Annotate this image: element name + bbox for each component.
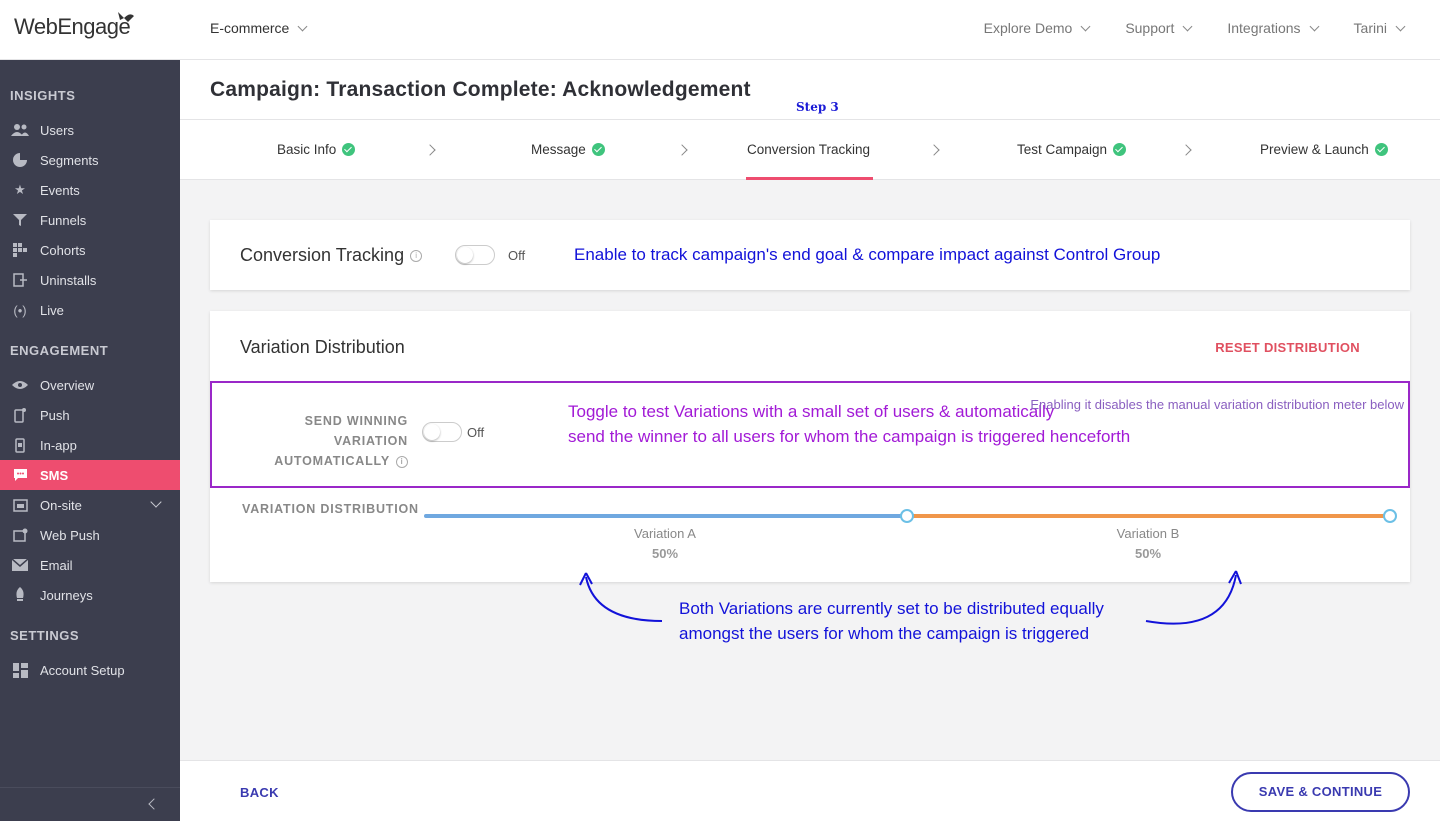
variation-a-percent: 50%: [651, 546, 679, 561]
send-winning-toggle[interactable]: [422, 422, 462, 442]
sidebar-item-sms[interactable]: SMS: [0, 460, 180, 490]
variation-b-percent: 50%: [1134, 546, 1162, 561]
conversion-tracking-card: Conversion Tracking i Off Enable to track…: [210, 220, 1410, 290]
step-conversion-tracking[interactable]: Conversion Tracking: [747, 142, 870, 157]
nav-support[interactable]: Support: [1125, 20, 1193, 36]
browser-window-icon: [10, 497, 30, 513]
top-bar: WebEngage E-commerce Explore Demo Suppor…: [0, 0, 1440, 60]
sidebar-item-journeys[interactable]: Journeys: [0, 580, 180, 610]
sidebar-item-live[interactable]: (•) Live: [0, 295, 180, 325]
page-title: Campaign: Transaction Complete: Acknowle…: [210, 78, 751, 101]
footer-bar: BACK SAVE & CONTINUE: [180, 760, 1440, 821]
variation-distribution-card: Variation Distribution RESET DISTRIBUTIO…: [210, 311, 1410, 582]
distribution-slider-handle[interactable]: [900, 509, 914, 523]
check-circle-icon: [1113, 143, 1127, 156]
chevron-right-icon: [928, 144, 940, 156]
uninstall-icon: [10, 272, 30, 288]
sidebar-item-account-setup[interactable]: Account Setup: [0, 655, 180, 685]
mobile-icon: [10, 437, 30, 453]
project-name: E-commerce: [210, 20, 290, 36]
funnel-icon: [10, 212, 30, 228]
toggle-state-label: Off: [508, 248, 526, 263]
sidebar-item-events[interactable]: ★ Events: [0, 175, 180, 205]
rocket-icon: [10, 587, 30, 603]
step-message[interactable]: Message: [531, 142, 605, 157]
pie-chart-icon: [10, 152, 30, 168]
chevron-down-icon[interactable]: [150, 496, 162, 508]
chevron-down-icon: [1309, 21, 1319, 31]
sidebar-item-funnels[interactable]: Funnels: [0, 205, 180, 235]
save-continue-button[interactable]: SAVE & CONTINUE: [1231, 772, 1410, 812]
conversion-annotation: Enable to track campaign's end goal & co…: [574, 245, 1161, 264]
info-icon[interactable]: i: [396, 455, 408, 468]
step-preview-launch[interactable]: Preview & Launch: [1260, 142, 1388, 157]
project-selector[interactable]: E-commerce: [210, 20, 308, 36]
sidebar-item-uninstalls[interactable]: Uninstalls: [0, 265, 180, 295]
sidebar-item-push[interactable]: Push: [0, 400, 180, 430]
web-push-icon: [10, 527, 30, 543]
nav-user-menu[interactable]: Tarini: [1354, 20, 1406, 36]
info-icon[interactable]: i: [410, 250, 423, 263]
disable-note: Enabling it disables the manual variatio…: [1030, 397, 1404, 412]
variation-distribution-title: Variation Distribution: [240, 337, 405, 357]
sms-icon: [10, 467, 30, 483]
variation-distribution-label: VARIATION DISTRIBUTION: [242, 502, 419, 516]
broadcast-icon: (•): [13, 302, 27, 318]
logo-bird-icon: [116, 10, 136, 31]
sidebar-item-in-app[interactable]: In-app: [0, 430, 180, 460]
check-circle-icon: [342, 143, 356, 156]
distribution-annotation: Both Variations are currently set to be …: [679, 599, 1104, 643]
variation-a-bar: [424, 514, 907, 518]
grid-dots-icon: [10, 242, 30, 258]
toggle-state-label: Off: [467, 425, 485, 440]
top-nav: Explore Demo Support Integrations Tarini: [984, 20, 1406, 36]
chevron-right-icon: [424, 144, 436, 156]
reset-distribution-button[interactable]: RESET DISTRIBUTION: [1215, 340, 1360, 355]
sidebar-item-users[interactable]: Users: [0, 115, 180, 145]
distribution-end-handle[interactable]: [1383, 509, 1397, 523]
step-annotation: Step 3: [796, 100, 839, 114]
sidebar: INSIGHTS Users Segments ★ Events Funnels…: [0, 60, 180, 821]
step-test-campaign[interactable]: Test Campaign: [1017, 142, 1127, 157]
conversion-tracking-title: Conversion Tracking i: [240, 245, 423, 266]
sidebar-item-cohorts[interactable]: Cohorts: [0, 235, 180, 265]
check-circle-icon: [1374, 143, 1388, 156]
sidebar-item-overview[interactable]: Overview: [0, 370, 180, 400]
active-step-indicator: [746, 177, 873, 180]
sidebar-section-engagement: ENGAGEMENT: [10, 343, 109, 358]
mobile-push-icon: [10, 407, 30, 423]
page-header: Campaign: Transaction Complete: Acknowle…: [180, 60, 1440, 120]
nav-integrations[interactable]: Integrations: [1227, 20, 1319, 36]
dashboard-icon: [10, 662, 30, 678]
nav-explore-demo[interactable]: Explore Demo: [984, 20, 1091, 36]
send-winning-label: SEND WINNING VARIATION AUTOMATICALLY i: [274, 414, 408, 468]
eye-icon: [10, 377, 30, 393]
chevron-left-icon: [148, 798, 160, 810]
variation-b-name: Variation B: [1116, 526, 1180, 541]
sidebar-section-settings: SETTINGS: [10, 628, 80, 643]
chevron-down-icon: [297, 21, 308, 31]
sidebar-section-insights: INSIGHTS: [10, 88, 76, 103]
back-button[interactable]: BACK: [240, 785, 279, 800]
sidebar-item-segments[interactable]: Segments: [0, 145, 180, 175]
sidebar-collapse-button[interactable]: [0, 787, 180, 821]
step-basic-info[interactable]: Basic Info: [277, 142, 356, 157]
sidebar-item-on-site[interactable]: On-site: [0, 490, 180, 520]
chevron-right-icon: [1180, 144, 1192, 156]
chevron-down-icon: [1182, 21, 1193, 31]
variation-a-name: Variation A: [634, 526, 696, 541]
campaign-steps: Basic Info Message Conversion Tracking T…: [180, 120, 1440, 180]
star-icon: ★: [14, 182, 26, 197]
sidebar-item-email[interactable]: Email: [0, 550, 180, 580]
conversion-tracking-toggle[interactable]: [455, 245, 495, 265]
chevron-down-icon: [1395, 21, 1406, 31]
chevron-right-icon: [676, 144, 688, 156]
sidebar-item-web-push[interactable]: Web Push: [0, 520, 180, 550]
variation-b-bar: [907, 514, 1390, 518]
webengage-logo[interactable]: WebEngage: [14, 14, 131, 40]
users-icon: [10, 122, 30, 138]
envelope-icon: [10, 557, 30, 573]
chevron-down-icon: [1080, 21, 1091, 31]
check-circle-icon: [591, 143, 605, 156]
